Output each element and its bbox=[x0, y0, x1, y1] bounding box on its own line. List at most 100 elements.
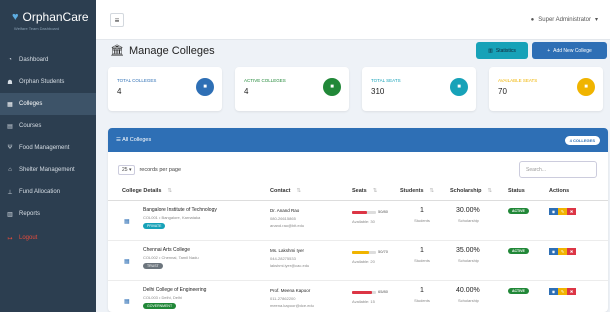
sidebar-item-label: Fund Allocation bbox=[19, 189, 61, 195]
menu-toggle-button[interactable]: ≡ bbox=[110, 13, 124, 27]
chair-icon: ■ bbox=[450, 78, 468, 96]
students-count: 1 bbox=[420, 287, 424, 294]
pencil-icon: ✎ bbox=[560, 209, 565, 214]
row-actions: ◉ ✎ ✖ bbox=[549, 248, 576, 255]
contact-email: lakshmi.iyer@cac.edu bbox=[270, 263, 310, 268]
stat-card-label: Total Seats bbox=[371, 78, 401, 83]
plus-icon: + bbox=[547, 47, 551, 54]
sidebar-item-label: Shelter Management bbox=[19, 167, 75, 173]
app-subtitle: Welfare Team Dashboard bbox=[14, 26, 60, 31]
sidebar-item-courses[interactable]: ▤ Courses bbox=[0, 115, 96, 137]
sidebar-item-colleges[interactable]: ▦ Colleges bbox=[0, 93, 96, 115]
view-button[interactable]: ◉ bbox=[549, 288, 558, 295]
page-length-control: 25 ▾ records per page bbox=[118, 165, 181, 175]
seats-available: Available: 30 bbox=[352, 219, 375, 224]
column-header[interactable]: Actions bbox=[549, 188, 569, 194]
contact-phone: 011-27862200 bbox=[270, 296, 296, 301]
edit-button[interactable]: ✎ bbox=[558, 248, 567, 255]
scholarship-value: 40.00% bbox=[456, 287, 480, 294]
per-page-value: 25 bbox=[122, 167, 128, 173]
status-badge: ACTIVE bbox=[508, 208, 529, 214]
college-icon: ▦ bbox=[124, 299, 130, 305]
per-page-select[interactable]: 25 ▾ bbox=[118, 165, 136, 175]
college-location: COL003 • Delhi, Delhi bbox=[143, 295, 182, 300]
sort-icon: ⇅ bbox=[487, 188, 493, 194]
status-badge: ACTIVE bbox=[508, 248, 529, 254]
stat-card: Total Colleges 4 ■ bbox=[108, 67, 222, 111]
sidebar-nav: ◔ Dashboard ☗ Orphan Students ▦ Colleges ▤ Cour… bbox=[0, 49, 96, 249]
sidebar-item-label: Orphan Students bbox=[19, 79, 65, 85]
column-header-label: College Details bbox=[122, 188, 162, 194]
sidebar-item-fund-allocation[interactable]: ⊥ Fund Allocation bbox=[0, 181, 96, 203]
column-header[interactable]: Scholarship ⇅ bbox=[450, 188, 492, 194]
contact-name: Ms. Lakshmi Iyer bbox=[270, 248, 305, 253]
seats-progress bbox=[352, 251, 376, 254]
add-college-label: Add New College bbox=[553, 47, 592, 54]
scholarship-label: Scholarship bbox=[458, 298, 479, 303]
sidebar-item-label: Reports bbox=[19, 211, 41, 217]
delete-button[interactable]: ✖ bbox=[567, 208, 576, 215]
hand-coin-icon: ⊥ bbox=[7, 189, 13, 196]
pencil-icon: ✎ bbox=[560, 289, 565, 294]
contact-email: anand.rao@bit.edu bbox=[270, 223, 305, 228]
logout-icon: ↦ bbox=[7, 235, 13, 242]
stat-card-label: Available Seats bbox=[498, 78, 538, 83]
chart-icon: ▥ bbox=[7, 211, 13, 218]
sidebar-item-food-management[interactable]: Ψ Food Management bbox=[0, 137, 96, 159]
sidebar-item-orphan-students[interactable]: ☗ Orphan Students bbox=[0, 71, 96, 93]
seats-progress-fill bbox=[352, 251, 370, 254]
search-input[interactable]: Search... bbox=[519, 161, 597, 178]
sidebar-item-reports[interactable]: ▥ Reports bbox=[0, 203, 96, 225]
building-icon: ▦ bbox=[7, 101, 13, 108]
column-header[interactable]: Status bbox=[508, 188, 525, 194]
college-location: COL001 • Bangalore, Karnataka bbox=[143, 215, 201, 220]
stat-card-label: Active Colleges bbox=[244, 78, 286, 83]
eye-icon: ◉ bbox=[551, 249, 556, 254]
students-count: 1 bbox=[420, 247, 424, 254]
user-menu[interactable]: ● Super Administrator ▾ bbox=[530, 16, 598, 24]
building-icon: 🏛 bbox=[110, 45, 124, 57]
app-logo[interactable]: ♥ OrphanCare bbox=[0, 0, 96, 24]
statistics-button[interactable]: ▥ Statistics bbox=[476, 42, 528, 59]
college-icon: ▦ bbox=[124, 219, 130, 225]
edit-button[interactable]: ✎ bbox=[558, 288, 567, 295]
sidebar-item-dashboard[interactable]: ◔ Dashboard bbox=[0, 49, 96, 71]
sidebar-item-shelter-management[interactable]: ⌂ Shelter Management bbox=[0, 159, 96, 181]
building-icon: ■ bbox=[196, 78, 214, 96]
contact-phone: 044-28275533 bbox=[270, 256, 296, 261]
delete-button[interactable]: ✖ bbox=[567, 248, 576, 255]
column-header[interactable]: Seats ⇅ bbox=[352, 188, 377, 194]
stat-card: Active Colleges 4 ■ bbox=[235, 67, 349, 111]
chart-icon: ▥ bbox=[488, 47, 493, 54]
utensils-icon: Ψ bbox=[7, 145, 13, 151]
edit-button[interactable]: ✎ bbox=[558, 208, 567, 215]
logout-label: Logout bbox=[19, 235, 38, 241]
view-button[interactable]: ◉ bbox=[549, 208, 558, 215]
heart-icon: ♥ bbox=[12, 11, 19, 23]
delete-button[interactable]: ✖ bbox=[567, 288, 576, 295]
column-header-label: Seats bbox=[352, 188, 367, 194]
hamburger-icon: ≡ bbox=[114, 15, 120, 25]
stat-card-label: Total Colleges bbox=[117, 78, 157, 83]
column-header[interactable]: Students ⇅ bbox=[400, 188, 434, 194]
stat-card-value: 310 bbox=[371, 87, 385, 96]
view-button[interactable]: ◉ bbox=[549, 248, 558, 255]
stat-card-value: 70 bbox=[498, 87, 507, 96]
table-header: College Details ⇅ Contact ⇅ Seats ⇅ Students ⇅ S… bbox=[108, 183, 608, 201]
column-header[interactable]: College Details ⇅ bbox=[122, 188, 172, 194]
app-name: OrphanCare bbox=[22, 10, 89, 24]
row-actions: ◉ ✎ ✖ bbox=[549, 208, 576, 215]
sidebar-item-label: Food Management bbox=[19, 145, 70, 151]
college-name: Delhi College of Engineering bbox=[143, 287, 207, 293]
eye-icon: ◉ bbox=[551, 209, 556, 214]
college-name: Chennai Arts College bbox=[143, 247, 190, 253]
column-header-label: Scholarship bbox=[450, 188, 482, 194]
eye-icon: ◉ bbox=[551, 289, 556, 294]
sidebar-item-logout[interactable]: ↦ Logout bbox=[0, 227, 96, 249]
column-header[interactable]: Contact ⇅ bbox=[270, 188, 301, 194]
sidebar: ♥ OrphanCare Welfare Team Dashboard ◔ Das… bbox=[0, 0, 96, 312]
user-icon: ● bbox=[530, 16, 535, 23]
add-college-button[interactable]: + Add New College bbox=[532, 42, 607, 59]
column-header-label: Status bbox=[508, 188, 525, 194]
page-title-text: Manage Colleges bbox=[128, 44, 215, 57]
